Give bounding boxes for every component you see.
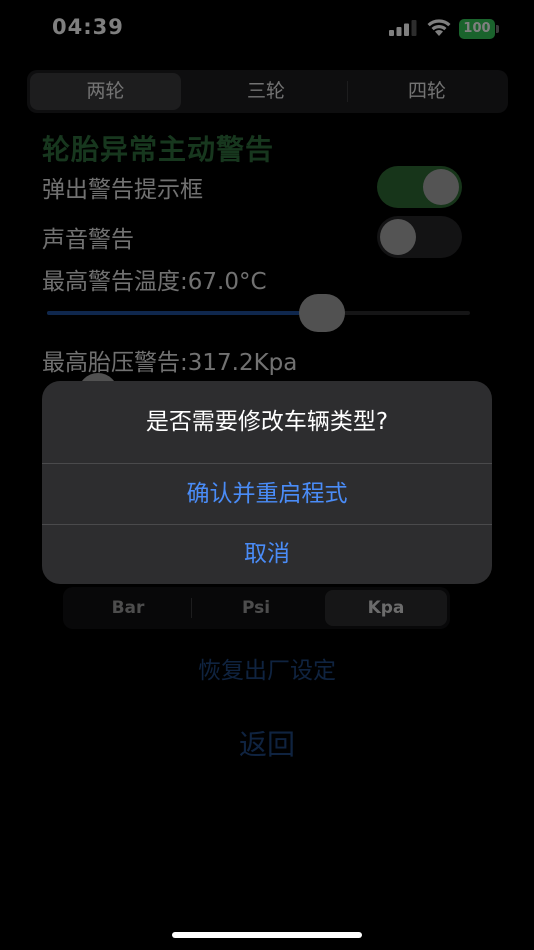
alert-dialog: 是否需要修改车辆类型? 确认并重启程式 取消: [42, 381, 492, 584]
cancel-button[interactable]: 取消: [42, 525, 492, 584]
home-indicator[interactable]: [172, 932, 362, 938]
alert-title: 是否需要修改车辆类型?: [145, 409, 389, 435]
confirm-restart-button[interactable]: 确认并重启程式: [42, 464, 492, 524]
